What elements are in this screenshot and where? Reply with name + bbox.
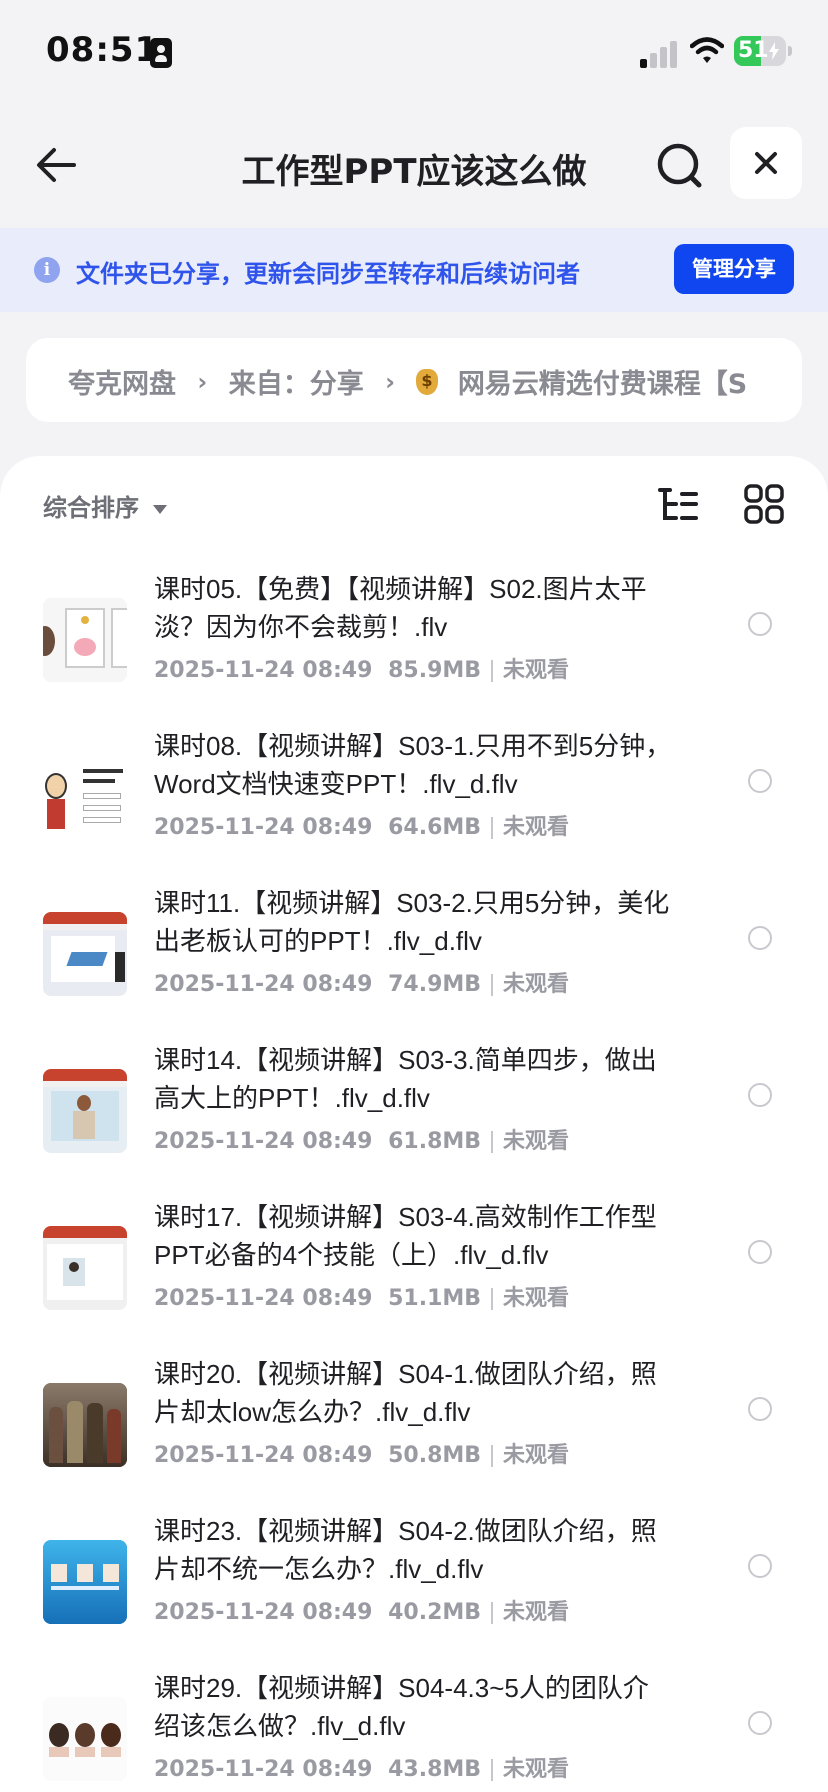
watch-status: 未观看 <box>503 658 570 683</box>
file-size: 50.8MB <box>388 1443 482 1468</box>
file-date: 2025-11-24 08:49 <box>154 972 373 997</box>
page-title: 工作型PPT应该这么做 <box>241 152 587 192</box>
select-radio[interactable] <box>748 926 772 950</box>
file-date: 2025-11-24 08:49 <box>154 1443 373 1468</box>
file-list-item[interactable]: 课时29.【视频讲解】S04-4.3~5人的团队介绍该怎么做？.flv_d.fl… <box>0 1655 828 1792</box>
file-size: 51.1MB <box>388 1286 482 1311</box>
breadcrumb-item-shared[interactable]: 来自：分享 <box>229 362 364 401</box>
ppt-editor-portrait-thumbnail <box>43 1226 127 1310</box>
file-list-item[interactable]: 课时11.【视频讲解】S03-2.只用5分钟，美化出老板认可的PPT！.flv_… <box>0 870 828 1027</box>
charging-bolt-icon <box>769 42 779 60</box>
watch-status: 未观看 <box>503 1600 570 1625</box>
word-to-ppt-slide-thumbnail <box>43 755 127 839</box>
sort-label: 综合排序 <box>43 494 139 522</box>
navigation-bar: 工作型PPT应该这么做 <box>0 110 828 220</box>
tree-view-button[interactable] <box>656 484 700 528</box>
manage-share-button[interactable]: 管理分享 <box>674 244 794 294</box>
status-time: 08:51 <box>46 30 160 70</box>
file-meta: 2025-11-24 08:49 85.9MB 未观看 <box>154 652 569 684</box>
close-button[interactable] <box>730 127 802 199</box>
file-date: 2025-11-24 08:49 <box>154 1129 373 1154</box>
battery-cap <box>788 46 792 56</box>
cellular-signal-icon <box>640 40 680 68</box>
team-portraits-thumbnail <box>43 1697 127 1781</box>
caret-down-icon <box>153 504 167 514</box>
file-date: 2025-11-24 08:49 <box>154 815 373 840</box>
watch-status: 未观看 <box>503 972 570 997</box>
file-list: 课时05.【免费】【视频讲解】S02.图片太平淡？因为你不会裁剪！.flv 20… <box>0 556 828 1792</box>
close-icon <box>755 152 777 174</box>
file-name: 课时29.【视频讲解】S04-4.3~5人的团队介绍该怎么做？.flv_d.fl… <box>154 1673 649 1741</box>
file-name: 课时05.【免费】【视频讲解】S02.图片太平淡？因为你不会裁剪！.flv <box>154 574 647 642</box>
file-name: 课时08.【视频讲解】S03-1.只用不到5分钟，Word文档快速变PPT！.f… <box>154 731 672 799</box>
file-list-item[interactable]: 课时05.【免费】【视频讲解】S02.图片太平淡？因为你不会裁剪！.flv 20… <box>0 556 828 713</box>
ppt-editor-slide-thumbnail <box>43 912 127 996</box>
battery-level: 51 <box>738 38 769 63</box>
file-meta: 2025-11-24 08:49 74.9MB 未观看 <box>154 966 569 998</box>
file-name: 课时23.【视频讲解】S04-2.做团队介绍，照片却不统一怎么办？.flv_d.… <box>154 1516 657 1584</box>
watch-status: 未观看 <box>503 815 570 840</box>
file-list-panel: 综合排序 课时05.【免费】【视频讲解】S02.图片太平淡？因为你不会裁剪！.f… <box>0 456 828 1792</box>
file-meta: 2025-11-24 08:49 50.8MB 未观看 <box>154 1437 569 1469</box>
watch-status: 未观看 <box>503 1443 570 1468</box>
file-meta: 2025-11-24 08:49 40.2MB 未观看 <box>154 1594 569 1626</box>
select-radio[interactable] <box>748 769 772 793</box>
money-bag-icon <box>416 368 439 395</box>
ppt-editor-person-thumbnail <box>43 1069 127 1153</box>
search-button[interactable] <box>652 138 708 194</box>
group-photo-thumbnail <box>43 1383 127 1467</box>
select-radio[interactable] <box>748 1240 772 1264</box>
file-size: 74.9MB <box>388 972 482 997</box>
file-list-item[interactable]: 课时23.【视频讲解】S04-2.做团队介绍，照片却不统一怎么办？.flv_d.… <box>0 1498 828 1655</box>
share-notice-text: 文件夹已分享，更新会同步至转存和后续访问者 <box>76 260 580 288</box>
file-list-item[interactable]: 课时20.【视频讲解】S04-1.做团队介绍，照片却太low怎么办？.flv_d… <box>0 1341 828 1498</box>
select-radio[interactable] <box>748 1554 772 1578</box>
breadcrumb-item-current[interactable]: 网易云精选付费课程【S <box>458 362 747 401</box>
chevron-right-icon: › <box>197 367 208 396</box>
file-date: 2025-11-24 08:49 <box>154 1600 373 1625</box>
select-radio[interactable] <box>748 612 772 636</box>
file-date: 2025-11-24 08:49 <box>154 1286 373 1311</box>
select-radio[interactable] <box>748 1397 772 1421</box>
select-radio[interactable] <box>748 1711 772 1735</box>
grid-view-button[interactable] <box>744 484 784 524</box>
info-icon: i <box>34 257 60 283</box>
breadcrumb: 夸克网盘 › 来自：分享 › 网易云精选付费课程【S <box>26 338 802 422</box>
team-slide-blue-thumbnail <box>43 1540 127 1624</box>
file-meta: 2025-11-24 08:49 43.8MB 未观看 <box>154 1751 569 1783</box>
file-list-item[interactable]: 课时08.【视频讲解】S03-1.只用不到5分钟，Word文档快速变PPT！.f… <box>0 713 828 870</box>
focus-person-icon <box>150 38 172 68</box>
file-date: 2025-11-24 08:49 <box>154 1757 373 1782</box>
sort-dropdown[interactable]: 综合排序 <box>43 488 167 523</box>
file-name: 课时20.【视频讲解】S04-1.做团队介绍，照片却太low怎么办？.flv_d… <box>154 1359 657 1427</box>
file-meta: 2025-11-24 08:49 51.1MB 未观看 <box>154 1280 569 1312</box>
file-name: 课时14.【视频讲解】S03-3.简单四步，做出高大上的PPT！.flv_d.f… <box>154 1045 657 1113</box>
select-radio[interactable] <box>748 1083 772 1107</box>
wifi-icon <box>690 37 724 63</box>
file-size: 40.2MB <box>388 1600 482 1625</box>
file-name: 课时17.【视频讲解】S03-4.高效制作工作型PPT必备的4个技能（上）.fl… <box>154 1202 657 1270</box>
battery-icon: 51 <box>734 36 786 66</box>
file-name: 课时11.【视频讲解】S03-2.只用5分钟，美化出老板认可的PPT！.flv_… <box>154 888 670 956</box>
file-meta: 2025-11-24 08:49 61.8MB 未观看 <box>154 1123 569 1155</box>
piggy-bank-slide-thumbnail <box>43 598 127 682</box>
watch-status: 未观看 <box>503 1129 570 1154</box>
file-size: 64.6MB <box>388 815 482 840</box>
file-list-item[interactable]: 课时14.【视频讲解】S03-3.简单四步，做出高大上的PPT！.flv_d.f… <box>0 1027 828 1184</box>
file-size: 43.8MB <box>388 1757 482 1782</box>
file-date: 2025-11-24 08:49 <box>154 658 373 683</box>
watch-status: 未观看 <box>503 1286 570 1311</box>
chevron-right-icon: › <box>385 367 395 396</box>
file-size: 85.9MB <box>388 658 482 683</box>
breadcrumb-item-root[interactable]: 夸克网盘 <box>68 362 176 401</box>
back-button[interactable] <box>30 138 84 192</box>
file-size: 61.8MB <box>388 1129 482 1154</box>
file-meta: 2025-11-24 08:49 64.6MB 未观看 <box>154 809 569 841</box>
share-notice-banner: i 文件夹已分享，更新会同步至转存和后续访问者 管理分享 <box>0 228 828 312</box>
status-bar: 08:51 51 <box>0 0 828 100</box>
watch-status: 未观看 <box>503 1757 570 1782</box>
file-list-item[interactable]: 课时17.【视频讲解】S03-4.高效制作工作型PPT必备的4个技能（上）.fl… <box>0 1184 828 1341</box>
